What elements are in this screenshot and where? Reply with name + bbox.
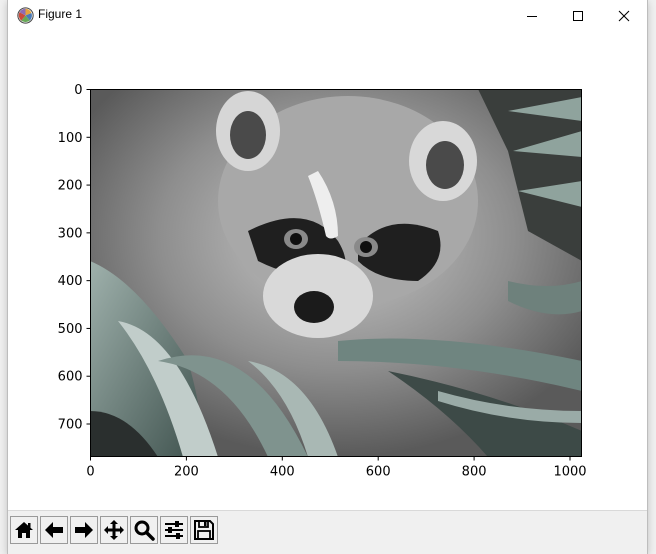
- y-tick-label: 700: [58, 418, 83, 433]
- back-button[interactable]: [40, 516, 68, 544]
- sliders-icon: [165, 521, 183, 539]
- x-tick-label: 1000: [553, 465, 586, 480]
- y-tick-label: 0: [74, 83, 82, 98]
- x-tick-label: 800: [462, 465, 487, 480]
- home-icon: [15, 522, 33, 538]
- x-tick-label: 400: [270, 465, 295, 480]
- x-tick-label: 200: [174, 465, 199, 480]
- x-axis: 0 200 400 600 800 1000: [86, 456, 587, 480]
- y-tick-label: 100: [58, 131, 83, 146]
- close-icon: [618, 10, 630, 21]
- zoom-button[interactable]: [130, 516, 158, 544]
- floppy-disk-icon: [194, 520, 214, 540]
- x-tick-label: 600: [366, 465, 391, 480]
- y-tick-label: 400: [58, 274, 83, 289]
- forward-button[interactable]: [70, 516, 98, 544]
- arrow-right-icon: [75, 522, 93, 538]
- window-title: Figure 1: [38, 7, 83, 21]
- y-tick-label: 200: [58, 179, 83, 194]
- arrow-left-icon: [45, 522, 63, 538]
- move-icon: [104, 520, 124, 540]
- minimize-icon: [527, 15, 537, 17]
- home-button[interactable]: [10, 516, 38, 544]
- matplotlib-icon: [17, 7, 34, 24]
- figure-canvas[interactable]: 0 200 400 600 800 1000 0 100 200 300 400 500 600 700: [8, 31, 647, 510]
- close-button[interactable]: [601, 0, 647, 31]
- y-axis: 0 100 200 300 400 500 600 700: [58, 83, 91, 433]
- y-tick-label: 600: [58, 370, 83, 385]
- magnifier-icon: [134, 520, 155, 541]
- title-bar[interactable]: Figure 1: [8, 0, 647, 31]
- pan-button[interactable]: [100, 516, 128, 544]
- raccoon-image: [90, 89, 582, 457]
- x-tick-label: 0: [86, 465, 94, 480]
- y-tick-label: 300: [58, 226, 83, 241]
- maximize-button[interactable]: [555, 0, 601, 31]
- save-button[interactable]: [190, 516, 218, 544]
- figure-window: Figure 1 0 200 400 600 800 1000 0 100 20…: [8, 0, 647, 554]
- minimize-button[interactable]: [509, 0, 555, 31]
- configure-subplots-button[interactable]: [160, 516, 188, 544]
- maximize-icon: [573, 10, 583, 21]
- axes: 0 200 400 600 800 1000 0 100 200 300 400 500 600 700: [58, 83, 587, 480]
- y-tick-label: 500: [58, 322, 83, 337]
- navigation-toolbar: [8, 510, 647, 554]
